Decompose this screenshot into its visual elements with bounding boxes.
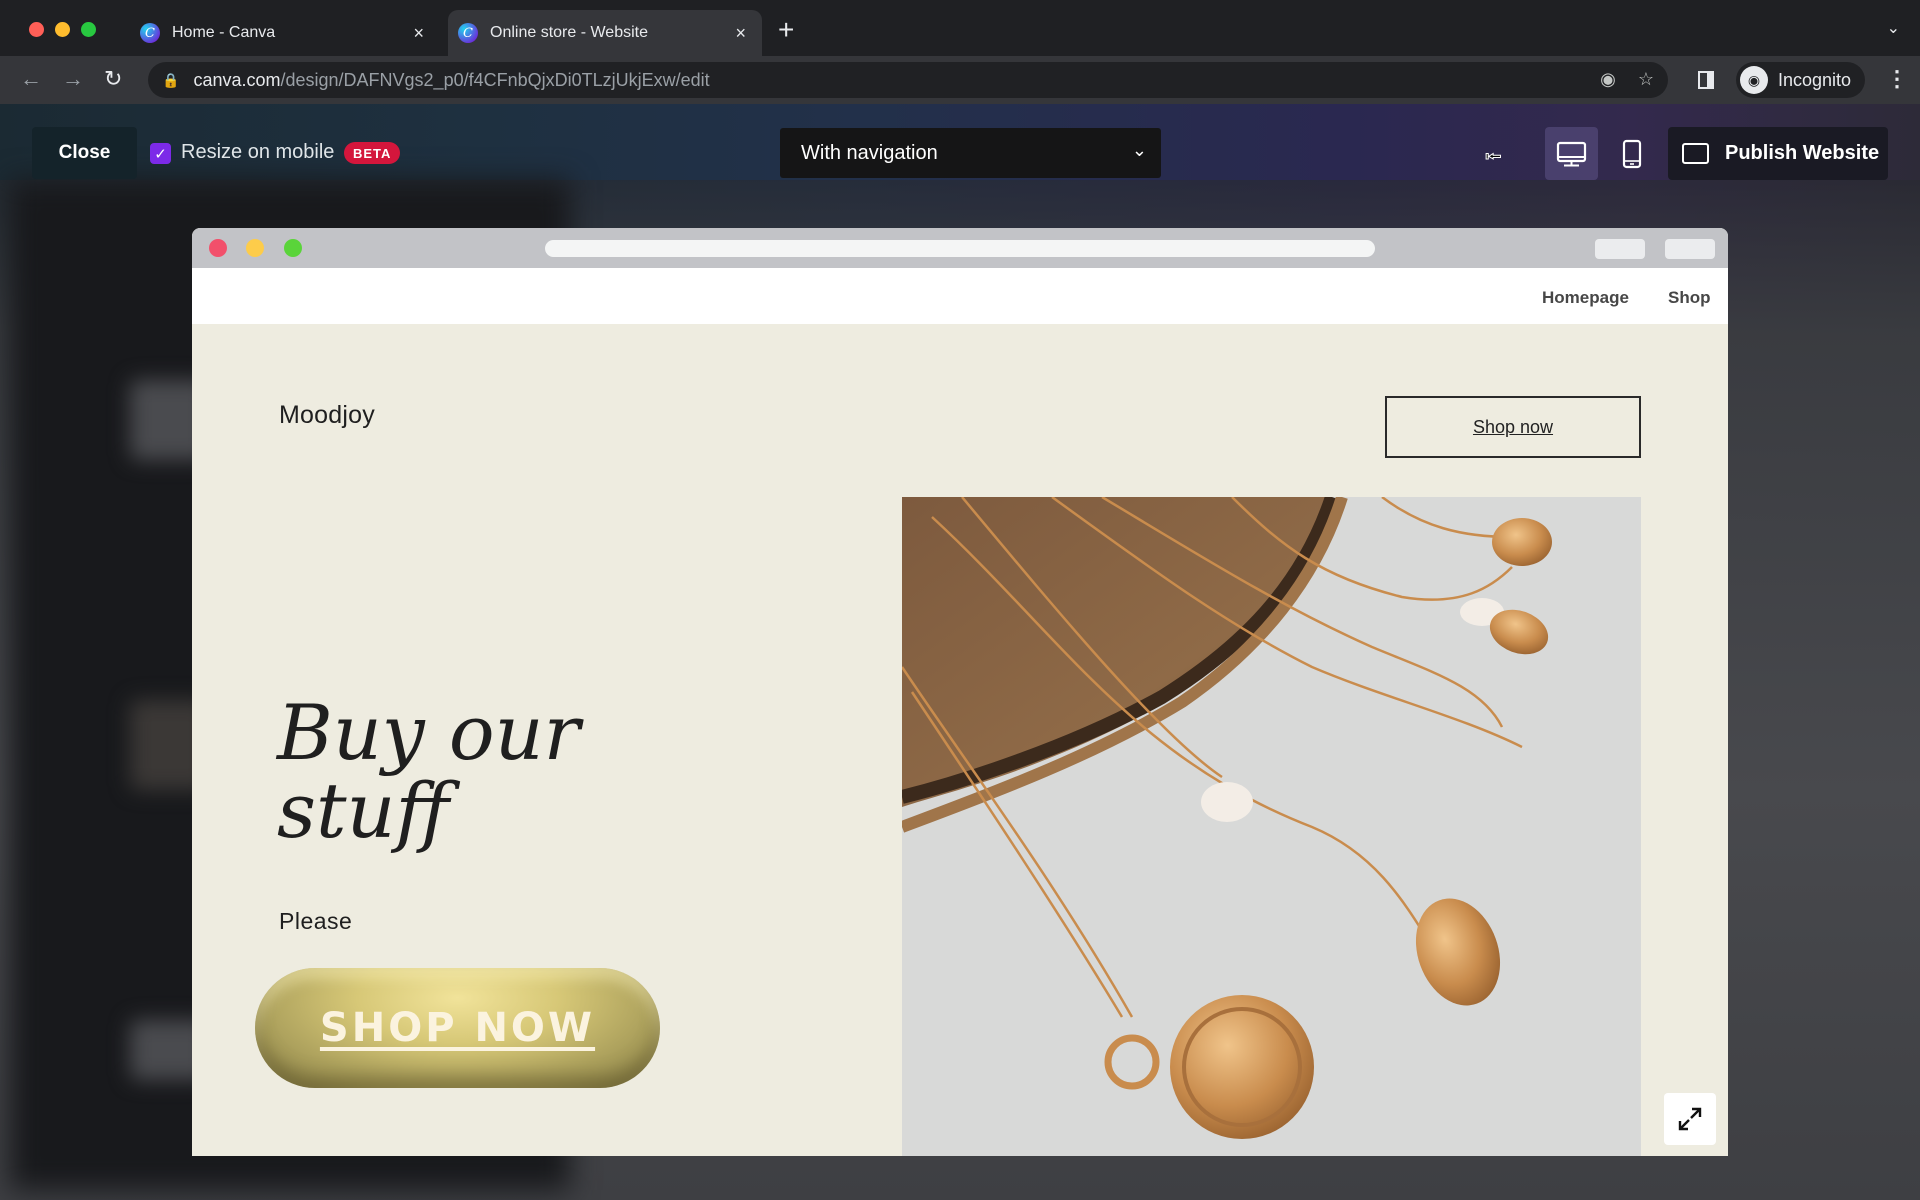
mobile-view-button[interactable] bbox=[1612, 127, 1652, 180]
new-tab-icon[interactable]: + bbox=[778, 16, 794, 44]
resize-on-mobile-label[interactable]: Resize on mobile bbox=[181, 141, 334, 164]
necklace-photo bbox=[902, 497, 1641, 1156]
tab-online-store[interactable]: C Online store - Website × bbox=[448, 10, 762, 56]
preview-url-bar bbox=[545, 240, 1375, 257]
back-icon[interactable]: ← bbox=[20, 66, 42, 92]
beta-badge: BETA bbox=[344, 142, 401, 164]
publish-label: Publish Website bbox=[1725, 142, 1880, 164]
browser-toolbar: ← → ↻ 🔒 canva.com/design/DAFNVgs2_p0/f4C… bbox=[0, 56, 1920, 104]
address-bar[interactable]: 🔒 canva.com/design/DAFNVgs2_p0/f4CFnbQjx… bbox=[148, 62, 1668, 98]
resize-on-mobile-checkbox[interactable]: ✓ bbox=[150, 143, 171, 164]
tab-home-canva[interactable]: C Home - Canva × bbox=[130, 10, 440, 56]
forward-icon[interactable]: → bbox=[62, 66, 84, 92]
navigation-style-select[interactable]: With navigation ⌄ bbox=[780, 128, 1161, 178]
preview-maximize-dot bbox=[284, 239, 302, 257]
expand-arrows-icon bbox=[1678, 1107, 1702, 1131]
url-host: canva.com bbox=[193, 69, 281, 90]
brand-logo-text: Moodjoy bbox=[279, 401, 375, 429]
canva-icon: C bbox=[140, 23, 160, 43]
chevron-down-icon: ⌄ bbox=[1131, 140, 1147, 160]
hero-subtext: Please bbox=[279, 908, 353, 934]
star-icon[interactable]: ☆ bbox=[1638, 69, 1654, 90]
desktop-icon bbox=[1556, 141, 1587, 167]
site-navigation: Homepage Shop bbox=[192, 268, 1728, 324]
incognito-icon: ◉ bbox=[1740, 66, 1768, 94]
preview-window-button bbox=[1595, 239, 1645, 259]
kebab-menu-icon[interactable]: ⋮ bbox=[1886, 66, 1908, 92]
reload-icon[interactable]: ↻ bbox=[104, 66, 122, 92]
hero-product-image bbox=[902, 497, 1641, 1156]
lock-icon: 🔒 bbox=[162, 71, 180, 88]
profile-label: Incognito bbox=[1778, 69, 1852, 90]
desktop-view-button[interactable] bbox=[1545, 127, 1598, 180]
canva-icon: C bbox=[458, 23, 478, 43]
close-tab-icon[interactable]: × bbox=[413, 23, 424, 44]
eye-off-icon[interactable]: ◉ bbox=[1600, 69, 1616, 90]
preview-window-button bbox=[1665, 239, 1715, 259]
nav-link-shop[interactable]: Shop bbox=[1668, 288, 1711, 308]
fullscreen-expand-button[interactable] bbox=[1664, 1093, 1716, 1145]
tab-title: Home - Canva bbox=[172, 24, 276, 41]
close-tab-icon[interactable]: × bbox=[735, 23, 746, 44]
preview-close-dot bbox=[209, 239, 227, 257]
window-maximize-dot[interactable] bbox=[81, 22, 96, 37]
close-button[interactable]: Close bbox=[32, 127, 137, 179]
tab-title: Online store - Website bbox=[490, 24, 648, 41]
tab-search-chevron-icon[interactable]: ⌄ bbox=[1887, 18, 1900, 38]
side-panel-icon[interactable] bbox=[1698, 71, 1714, 89]
window-minimize-dot[interactable] bbox=[55, 22, 70, 37]
publish-website-button[interactable]: Publish Website bbox=[1668, 127, 1888, 180]
cta-label: SHOP NOW bbox=[319, 1005, 596, 1051]
mobile-icon bbox=[1622, 139, 1642, 169]
url-path: /design/DAFNVgs2_p0/f4CFnbQjxDi0TLzjUkjE… bbox=[280, 69, 710, 90]
preview-window-titlebar bbox=[192, 228, 1728, 268]
shop-now-header-button[interactable]: Shop now bbox=[1385, 396, 1641, 458]
browser-tab-strip: C Home - Canva × C Online store - Websit… bbox=[0, 0, 1920, 56]
nav-link-homepage[interactable]: Homepage bbox=[1542, 288, 1629, 308]
navigation-select-value: With navigation bbox=[801, 141, 938, 164]
hero-heading: Buy our stuff bbox=[277, 688, 580, 855]
shop-now-cta-button[interactable]: SHOP NOW bbox=[255, 968, 660, 1088]
mouse-cursor-icon: ⭰ bbox=[1485, 144, 1503, 170]
website-preview-window: Homepage Shop Moodjoy Shop now Buy our s… bbox=[192, 228, 1728, 1156]
window-close-dot[interactable] bbox=[29, 22, 44, 37]
incognito-profile-button[interactable]: ◉ Incognito bbox=[1736, 62, 1866, 98]
preview-minimize-dot bbox=[246, 239, 264, 257]
publish-link-icon bbox=[1682, 143, 1709, 164]
